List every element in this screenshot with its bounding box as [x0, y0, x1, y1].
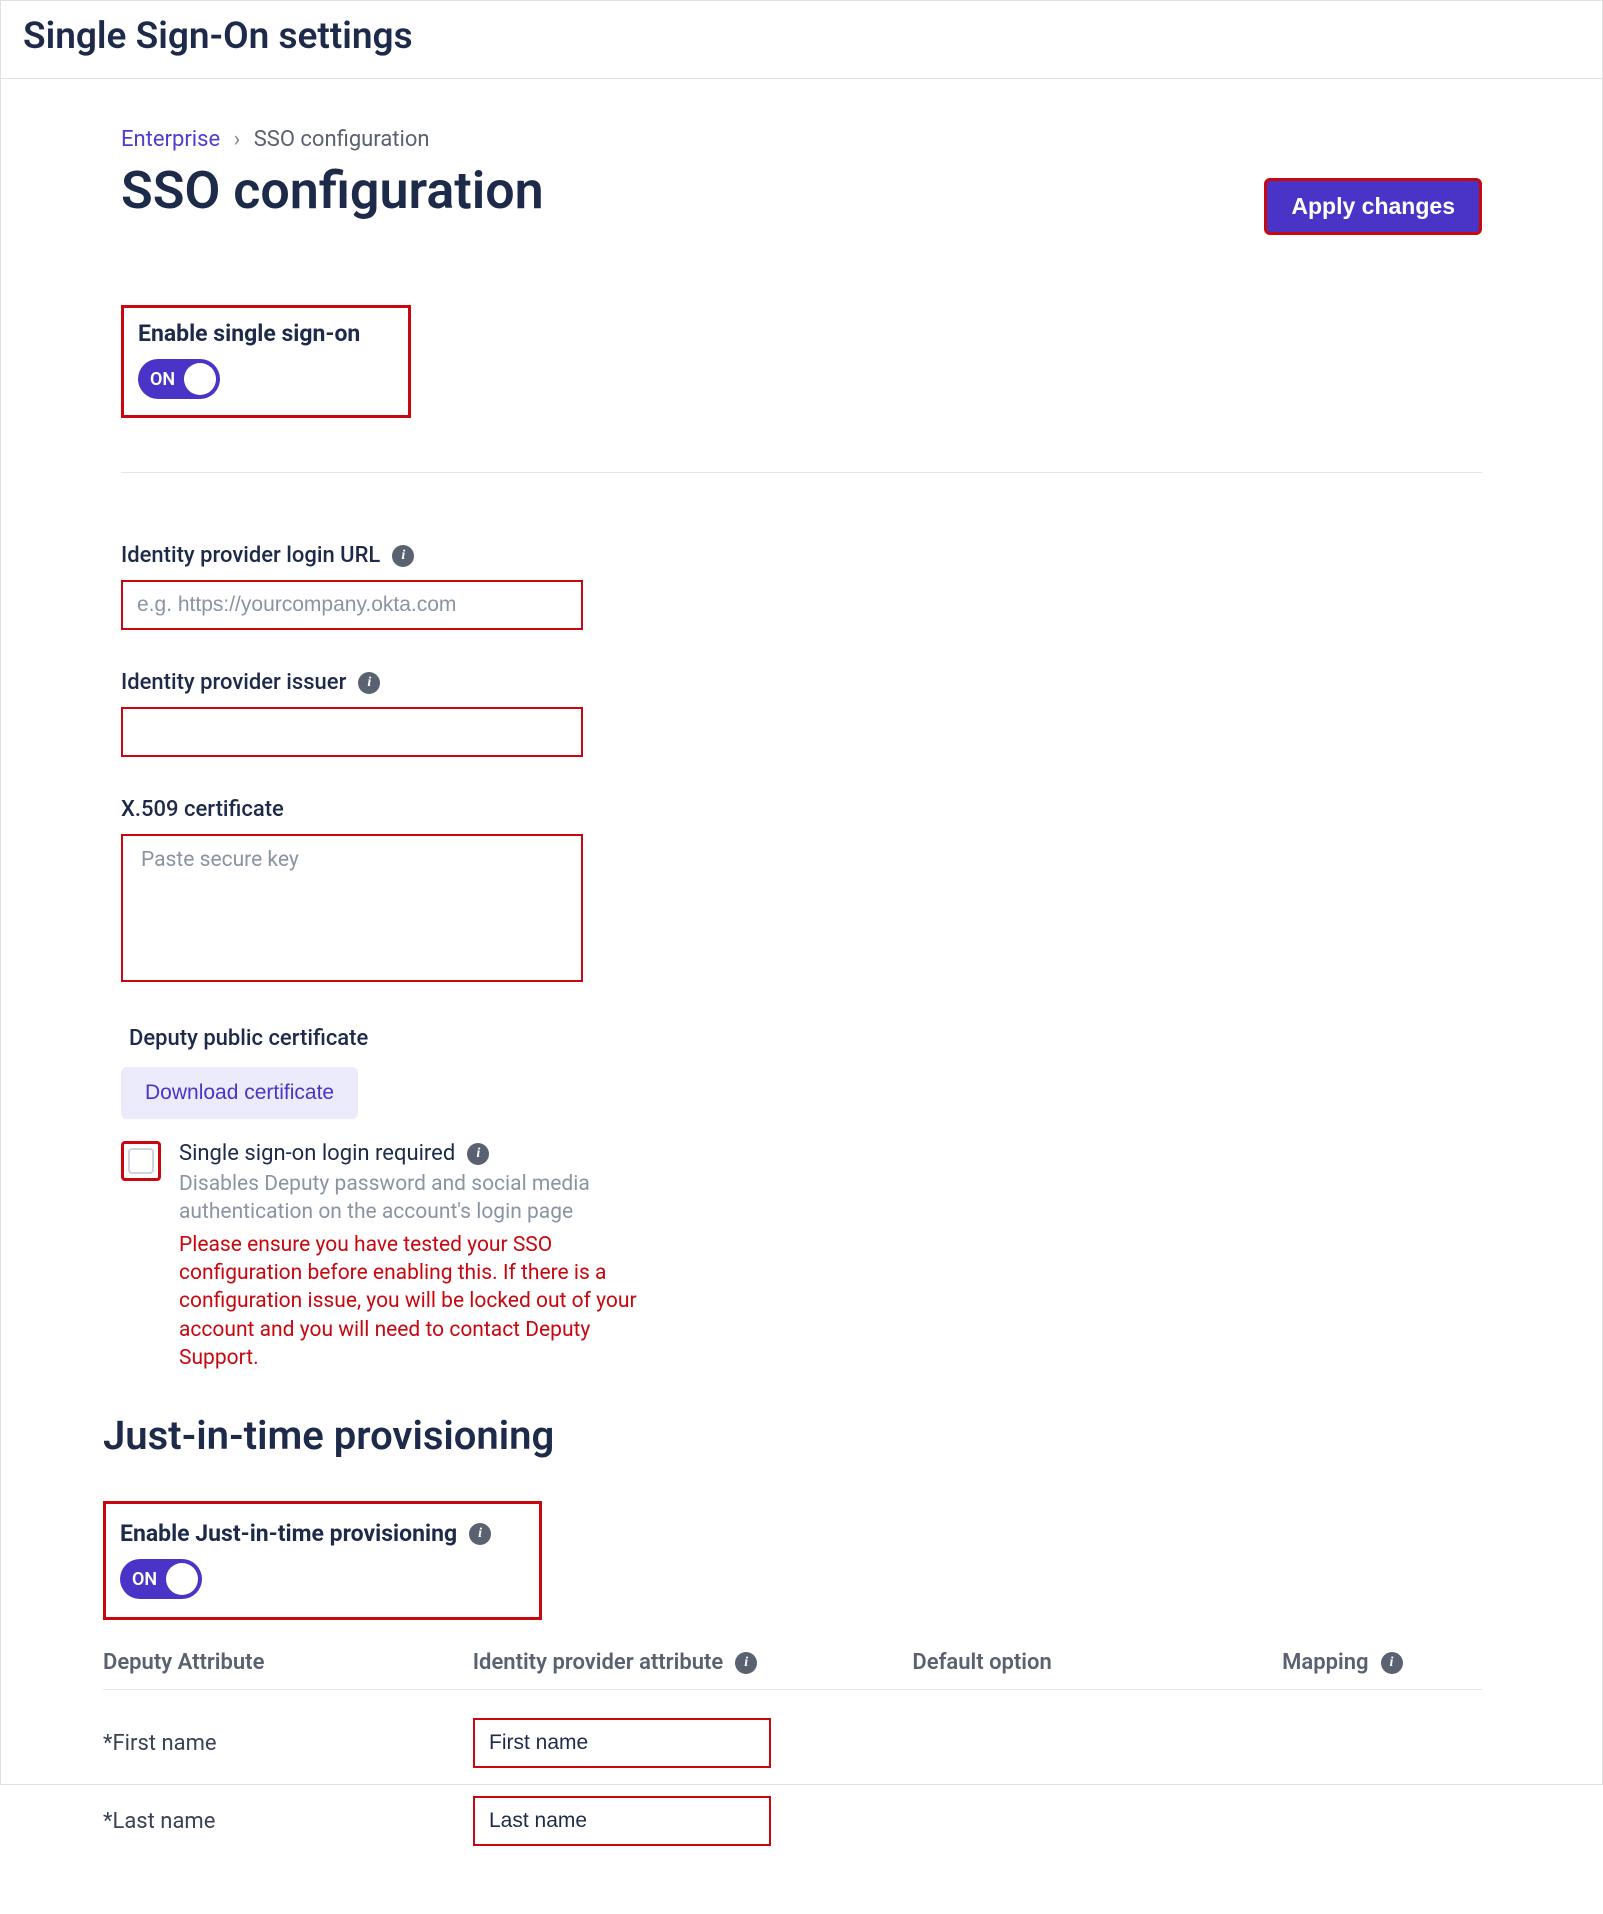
col-idp-attribute: Identity provider attribute [473, 1650, 913, 1675]
settings-panel: Single Sign-On settings Enterprise › SSO… [0, 0, 1603, 1785]
enable-jit-toggle[interactable]: ON [120, 1559, 202, 1599]
page-title: SSO configuration [121, 160, 544, 221]
content: Enterprise › SSO configuration SSO confi… [1, 79, 1602, 1914]
info-icon[interactable] [1381, 1652, 1403, 1674]
sso-required-label: Single sign-on login required [179, 1141, 649, 1166]
col-default-option: Default option [912, 1650, 1282, 1675]
toggle-knob [184, 363, 216, 395]
chevron-right-icon: › [234, 127, 241, 152]
header-title: Single Sign-On settings [23, 15, 1580, 58]
col-mapping-text: Mapping [1282, 1650, 1368, 1675]
col-mapping: Mapping [1282, 1650, 1482, 1675]
attribute-table-header: Deputy Attribute Identity provider attri… [103, 1650, 1482, 1690]
sso-required-checkbox[interactable] [128, 1148, 154, 1174]
download-certificate-button[interactable]: Download certificate [121, 1067, 358, 1119]
deputy-cert-group: Deputy public certificate Download certi… [121, 1026, 1482, 1372]
breadcrumb: Enterprise › SSO configuration [121, 127, 1482, 152]
breadcrumb-root[interactable]: Enterprise [121, 127, 220, 152]
x509-label: X.509 certificate [121, 797, 1482, 822]
idp-issuer-label-text: Identity provider issuer [121, 670, 346, 695]
idp-url-label: Identity provider login URL [121, 543, 1482, 568]
sso-required-label-text: Single sign-on login required [179, 1141, 455, 1166]
enable-jit-block: Enable Just-in-time provisioning ON [103, 1501, 542, 1620]
enable-jit-label: Enable Just-in-time provisioning [120, 1520, 491, 1547]
sso-required-desc: Disables Deputy password and social medi… [179, 1170, 649, 1227]
idp-issuer-group: Identity provider issuer [121, 670, 1482, 757]
idp-attr-lastname-input[interactable] [473, 1796, 771, 1846]
apply-changes-button[interactable]: Apply changes [1264, 178, 1482, 235]
idp-issuer-label: Identity provider issuer [121, 670, 1482, 695]
idp-url-label-text: Identity provider login URL [121, 543, 380, 568]
x509-label-text: X.509 certificate [121, 797, 284, 822]
col-idp-attribute-text: Identity provider attribute [473, 1650, 723, 1675]
toggle-state-text: ON [150, 369, 175, 390]
deputy-cert-label-text: Deputy public certificate [129, 1026, 368, 1051]
enable-sso-block: Enable single sign-on ON [121, 305, 411, 418]
deputy-cert-label: Deputy public certificate [129, 1026, 1482, 1051]
table-row: *Last name [103, 1796, 1482, 1846]
deputy-attr-lastname: *Last name [103, 1809, 473, 1834]
enable-sso-label: Enable single sign-on [138, 320, 360, 347]
info-icon[interactable] [735, 1652, 757, 1674]
idp-url-group: Identity provider login URL [121, 543, 1482, 630]
enable-jit-label-text: Enable Just-in-time provisioning [120, 1520, 457, 1547]
toggle-knob [166, 1563, 198, 1595]
idp-attr-firstname-input[interactable] [473, 1718, 771, 1768]
jit-heading: Just-in-time provisioning [103, 1412, 1482, 1459]
info-icon[interactable] [392, 545, 414, 567]
x509-group: X.509 certificate [121, 797, 1482, 986]
deputy-attr-firstname: *First name [103, 1731, 473, 1756]
info-icon[interactable] [358, 672, 380, 694]
title-row: SSO configuration Apply changes [121, 160, 1482, 235]
idp-issuer-input[interactable] [121, 707, 583, 757]
enable-sso-toggle[interactable]: ON [138, 359, 220, 399]
table-row: *First name [103, 1718, 1482, 1768]
sso-required-checkbox-highlight [121, 1141, 161, 1181]
sso-required-warning: Please ensure you have tested your SSO c… [179, 1231, 649, 1373]
divider [121, 472, 1482, 473]
info-icon[interactable] [469, 1523, 491, 1545]
idp-url-input[interactable] [121, 580, 583, 630]
x509-input[interactable] [121, 834, 583, 982]
sso-required-row: Single sign-on login required Disables D… [121, 1141, 1482, 1372]
info-icon[interactable] [467, 1143, 489, 1165]
sso-required-texts: Single sign-on login required Disables D… [179, 1141, 649, 1372]
col-deputy-attribute: Deputy Attribute [103, 1650, 473, 1675]
toggle-state-text: ON [132, 1569, 157, 1590]
header-bar: Single Sign-On settings [1, 1, 1602, 79]
breadcrumb-current: SSO configuration [254, 127, 430, 152]
